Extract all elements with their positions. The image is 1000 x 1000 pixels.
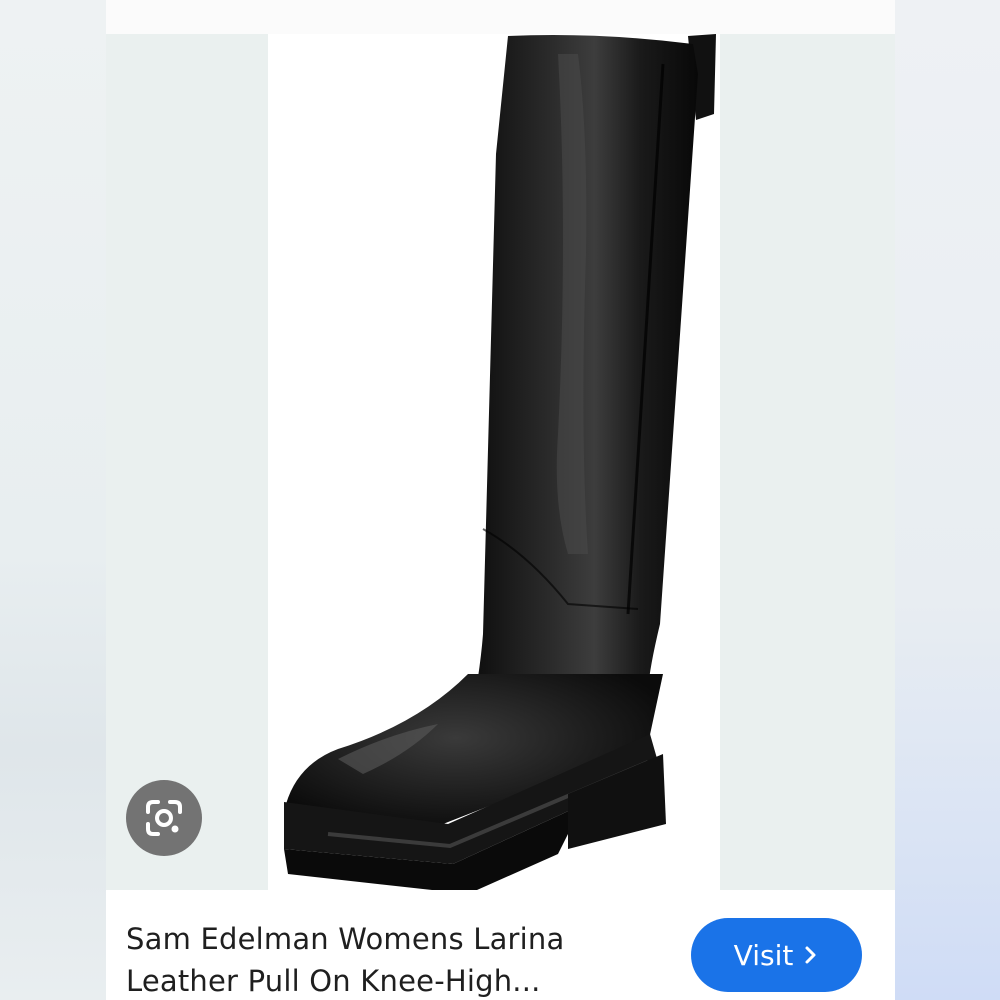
visit-button-label: Visit	[733, 938, 794, 972]
google-lens-icon	[146, 800, 182, 836]
chevron-right-icon	[805, 946, 816, 964]
product-image[interactable]	[268, 34, 720, 890]
product-image-area[interactable]	[106, 34, 895, 890]
result-title-line-2: Leather Pull On Knee-High...	[126, 964, 541, 998]
result-title[interactable]: Sam Edelman Womens Larina Leather Pull O…	[126, 918, 646, 1000]
backdrop-left	[0, 0, 106, 1000]
google-lens-button[interactable]	[126, 780, 202, 856]
backdrop-right	[895, 0, 1000, 1000]
card-top-strip	[106, 0, 895, 34]
visit-button[interactable]: Visit	[691, 918, 862, 992]
search-result-card[interactable]: Sam Edelman Womens Larina Leather Pull O…	[106, 0, 895, 1000]
result-title-line-1: Sam Edelman Womens Larina	[126, 922, 565, 956]
boot-image	[284, 34, 716, 890]
